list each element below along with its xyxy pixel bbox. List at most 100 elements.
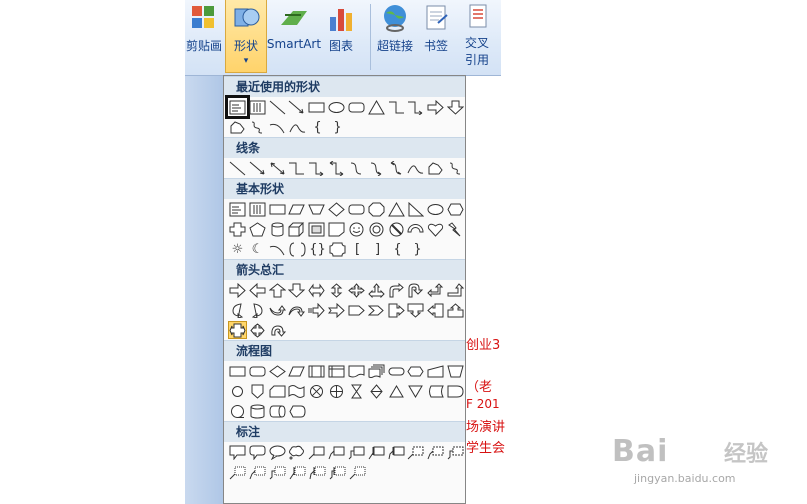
plaque-shape[interactable]	[328, 240, 347, 258]
left-arrow-shape[interactable]	[248, 281, 267, 299]
accent-callout-2-shape[interactable]	[387, 443, 406, 461]
oval-shape[interactable]	[327, 98, 346, 116]
down-arrow-shape[interactable]	[287, 281, 306, 299]
rectangle-shape[interactable]	[307, 98, 326, 116]
pentagon-arrow-shape[interactable]	[347, 301, 366, 319]
quad-arrow-callout-shape[interactable]	[248, 321, 267, 339]
accent-border-callout-3-shape[interactable]	[268, 463, 287, 481]
right-arrow-shape[interactable]	[426, 98, 445, 116]
moon-shape[interactable]: ☾	[248, 240, 267, 258]
elbow-arrow-shape[interactable]	[307, 159, 326, 177]
smiley-face-shape[interactable]	[347, 220, 366, 238]
left-up-arrow-shape[interactable]	[426, 281, 445, 299]
arrow-line-shape[interactable]	[248, 159, 267, 177]
process-shape[interactable]	[228, 362, 247, 380]
rectangle-shape[interactable]	[268, 200, 287, 218]
right-triangle-shape[interactable]	[406, 200, 425, 218]
cloud-callout-shape[interactable]	[287, 443, 306, 461]
left-bracket-shape[interactable]: [	[348, 240, 367, 258]
arrow-line-shape[interactable]	[287, 98, 306, 116]
triangle-shape[interactable]	[387, 200, 406, 218]
up-arrow-shape[interactable]	[268, 281, 287, 299]
left-right-arrow-callout-shape[interactable]	[228, 321, 247, 339]
left-right-arrow-shape[interactable]	[307, 281, 326, 299]
preparation-shape[interactable]	[406, 362, 425, 380]
border-callout-1-shape[interactable]	[406, 443, 425, 461]
notched-right-arrow-shape[interactable]	[327, 301, 346, 319]
elbow-connector-shape[interactable]	[287, 159, 306, 177]
freeform-shape[interactable]	[228, 118, 247, 136]
extract-shape[interactable]	[387, 382, 406, 400]
line-shape[interactable]	[268, 98, 287, 116]
freeform-shape[interactable]	[426, 159, 445, 177]
terminator-shape[interactable]	[387, 362, 406, 380]
callout-variant-6-shape[interactable]	[328, 463, 347, 481]
can-shape[interactable]	[268, 220, 287, 238]
callout-variant-5-shape[interactable]	[308, 463, 327, 481]
sort-shape[interactable]	[367, 382, 386, 400]
collate-shape[interactable]	[347, 382, 366, 400]
scribble-shape[interactable]	[446, 159, 465, 177]
double-bracket-shape[interactable]	[288, 240, 307, 258]
rect-callout-shape[interactable]	[228, 443, 247, 461]
decision-shape[interactable]	[268, 362, 287, 380]
curved-left-arrow-shape[interactable]	[248, 301, 267, 319]
smartart-button[interactable]: SmartArt	[267, 0, 321, 72]
trapezoid-shape[interactable]	[307, 200, 326, 218]
alternate-process-shape[interactable]	[248, 362, 267, 380]
down-arrow-shape[interactable]	[446, 98, 465, 116]
quad-arrow-shape[interactable]	[347, 281, 366, 299]
rounded-rect-shape[interactable]	[347, 98, 366, 116]
delay-shape[interactable]	[446, 382, 465, 400]
curved-double-arrow-shape[interactable]	[387, 159, 406, 177]
summing-junction-shape[interactable]	[307, 382, 326, 400]
arc-shape[interactable]	[268, 118, 287, 136]
left-arrow-callout-shape[interactable]	[426, 301, 445, 319]
line-shape[interactable]	[228, 159, 247, 177]
left-brace-shape[interactable]: {	[308, 118, 327, 136]
merge-shape[interactable]	[406, 382, 425, 400]
donut-shape[interactable]	[367, 220, 386, 238]
hyperlink-button[interactable]: 超链接	[373, 0, 417, 72]
curve-shape[interactable]	[288, 118, 307, 136]
shapes-button[interactable]: 形状 ▾	[225, 0, 267, 73]
clipart-button[interactable]: 剪贴画	[185, 0, 223, 72]
oval-shape[interactable]	[426, 200, 445, 218]
border-callout-2-shape[interactable]	[426, 443, 445, 461]
lightning-bolt-shape[interactable]	[446, 220, 465, 238]
sequential-access-storage-shape[interactable]	[228, 402, 247, 420]
callout-variant-7-shape[interactable]	[348, 463, 367, 481]
rounded-callout-shape[interactable]	[248, 443, 267, 461]
curve-shape[interactable]	[406, 159, 425, 177]
curved-connector-shape[interactable]	[347, 159, 366, 177]
pentagon-shape[interactable]	[248, 220, 267, 238]
bevel-shape[interactable]	[307, 220, 326, 238]
curved-right-arrow-shape[interactable]	[228, 301, 247, 319]
manual-input-shape[interactable]	[426, 362, 445, 380]
card-shape[interactable]	[268, 382, 287, 400]
accent-border-callout-2-shape[interactable]	[248, 463, 267, 481]
right-brace-shape[interactable]: }	[328, 118, 347, 136]
arc-shape[interactable]	[268, 240, 287, 258]
chart-button[interactable]: 图表	[325, 0, 357, 72]
elbow-double-arrow-shape[interactable]	[327, 159, 346, 177]
line-callout-1-shape[interactable]	[307, 443, 326, 461]
oval-callout-shape[interactable]	[268, 443, 287, 461]
vertical-textbox-shape[interactable]	[248, 200, 267, 218]
document-shape[interactable]	[347, 362, 366, 380]
offpage-connector-shape[interactable]	[248, 382, 267, 400]
right-bracket-shape[interactable]: ]	[368, 240, 387, 258]
left-brace-shape[interactable]: {	[388, 240, 407, 258]
accent-border-callout-1-shape[interactable]	[228, 463, 247, 481]
or-shape[interactable]	[327, 382, 346, 400]
chevron-shape[interactable]	[367, 301, 386, 319]
scribble-shape[interactable]	[248, 118, 267, 136]
internal-storage-shape[interactable]	[327, 362, 346, 380]
curved-up-arrow-shape[interactable]	[268, 301, 287, 319]
stored-data-shape[interactable]	[426, 382, 445, 400]
connector-shape[interactable]	[228, 382, 247, 400]
heart-shape[interactable]	[426, 220, 445, 238]
folded-corner-shape[interactable]	[327, 220, 346, 238]
double-arrow-line-shape[interactable]	[268, 159, 287, 177]
block-arc-shape[interactable]	[406, 220, 425, 238]
